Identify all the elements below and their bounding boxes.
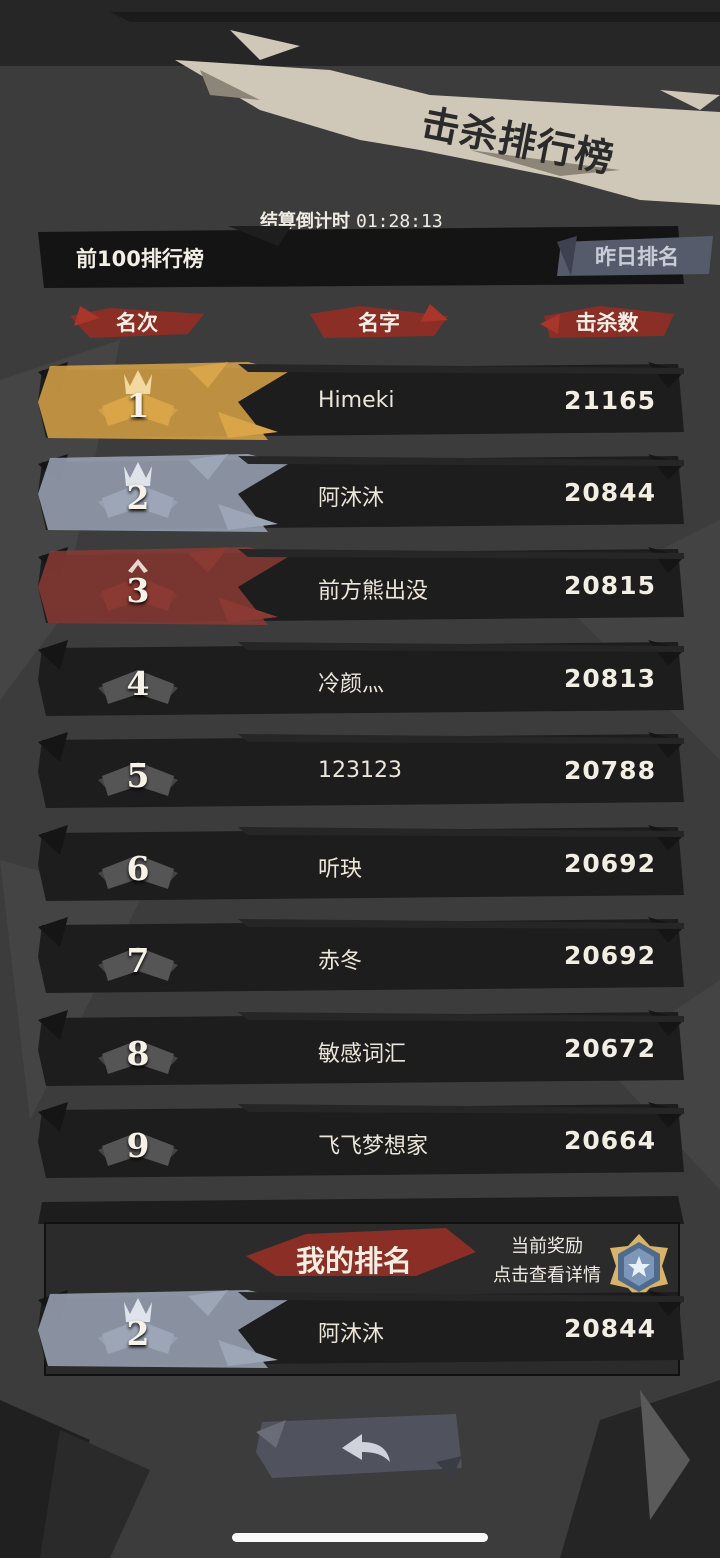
player-name: 飞飞梦想家 xyxy=(318,1134,429,1159)
home-indicator xyxy=(232,1533,488,1542)
yesterday-rank-label: 昨日排名 xyxy=(595,245,679,269)
kill-count: 20692 xyxy=(564,941,656,970)
player-name: Himeki xyxy=(318,388,395,413)
rank-number: 1 xyxy=(126,386,150,425)
rank-badge-icon: 9 xyxy=(98,1106,178,1176)
yesterday-rank-button[interactable]: 昨日排名 xyxy=(557,236,717,276)
rank-number: 9 xyxy=(126,1126,150,1165)
player-name: 赤冬 xyxy=(318,949,363,974)
player-name: 冷颜灬 xyxy=(318,672,385,697)
kill-count: 20813 xyxy=(564,664,656,693)
leaderboard-row[interactable]: 8 敏感词汇 20672 xyxy=(38,1010,684,1088)
leaderboard-row[interactable]: 2 阿沐沐 20844 xyxy=(38,454,684,532)
kill-count: 20672 xyxy=(564,1034,656,1063)
leaderboard-row[interactable]: 4 冷颜灬 20813 xyxy=(38,640,684,718)
kill-count: 20664 xyxy=(564,1126,656,1155)
rank-number: 2 xyxy=(126,1314,150,1353)
rank-badge-icon: 4 xyxy=(98,644,178,714)
kill-count: 20788 xyxy=(564,756,656,785)
leaderboard-row[interactable]: 7 赤冬 20692 xyxy=(38,917,684,995)
my-rank-row[interactable]: 2 阿沐沐 20844 xyxy=(38,1290,684,1368)
player-name: 前方熊出没 xyxy=(318,579,429,604)
rank-number: 7 xyxy=(126,941,150,980)
column-header-name: 名字 xyxy=(310,304,448,340)
rank-number: 6 xyxy=(126,849,150,888)
leaderboard-row[interactable]: 9 飞飞梦想家 20664 xyxy=(38,1102,684,1180)
rank-badge-icon: 3 xyxy=(98,551,178,621)
player-name: 听玦 xyxy=(318,857,363,882)
rank-badge-icon: 1 xyxy=(98,366,178,436)
kill-count: 21165 xyxy=(564,386,656,415)
rank-number: 2 xyxy=(126,478,150,517)
kill-count: 20844 xyxy=(564,478,656,507)
column-header-rank: 名次 xyxy=(70,304,204,340)
leaderboard-row[interactable]: 6 听玦 20692 xyxy=(38,825,684,903)
player-name: 阿沐沐 xyxy=(318,1322,385,1347)
title-banner xyxy=(110,12,720,205)
rank-badge-icon: 7 xyxy=(98,921,178,991)
column-header-kills: 击杀数 xyxy=(540,304,674,340)
rank-badge-icon: 5 xyxy=(98,736,178,806)
rank-badge-icon: 6 xyxy=(98,829,178,899)
rank-badge-icon: 2 xyxy=(98,1294,178,1364)
kill-count: 20844 xyxy=(564,1314,656,1343)
current-reward-link[interactable]: 当前奖励 点击查看详情 xyxy=(482,1232,612,1290)
player-name: 123123 xyxy=(318,758,402,783)
rank-number: 3 xyxy=(126,571,150,610)
top100-label: 前100排行榜 xyxy=(76,247,204,271)
leaderboard-row[interactable]: 5 123123 20788 xyxy=(38,732,684,810)
player-name: 阿沐沐 xyxy=(318,486,385,511)
player-name: 敏感词汇 xyxy=(318,1042,407,1067)
rank-number: 5 xyxy=(126,756,150,795)
rank-number: 8 xyxy=(126,1034,150,1073)
back-button[interactable] xyxy=(256,1412,462,1480)
leaderboard-header-bar: 前100排行榜 昨日排名 xyxy=(38,216,713,288)
kill-count: 20815 xyxy=(564,571,656,600)
leaderboard-row[interactable]: 3 前方熊出没 20815 xyxy=(38,547,684,625)
rank-number: 4 xyxy=(126,664,150,703)
kill-count: 20692 xyxy=(564,849,656,878)
leaderboard-row-partial xyxy=(38,1194,684,1224)
leaderboard-row[interactable]: 1 Himeki 21165 xyxy=(38,362,684,440)
my-rank-title: 我的排名 xyxy=(296,1244,413,1278)
rank-badge-icon: 8 xyxy=(98,1014,178,1084)
rank-badge-icon: 2 xyxy=(98,458,178,528)
